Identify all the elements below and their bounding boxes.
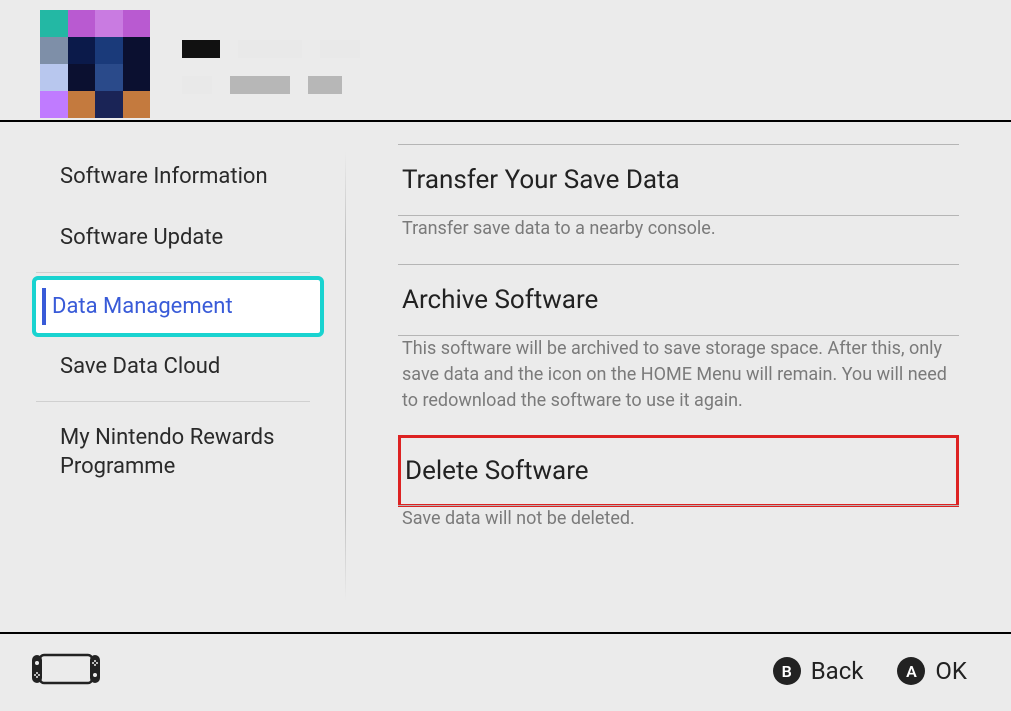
- sidebar-item-save-data-cloud[interactable]: Save Data Cloud: [0, 336, 346, 397]
- panel-archive-software[interactable]: Archive Software: [398, 265, 959, 335]
- panel-delete-software-highlight: Delete Software: [398, 435, 959, 507]
- panel-delete-desc: Save data will not be deleted.: [398, 506, 959, 554]
- sidebar-separator: [36, 401, 310, 402]
- game-title-placeholder: [182, 10, 360, 112]
- controller-icon[interactable]: [30, 653, 102, 689]
- back-button[interactable]: B Back: [773, 657, 864, 685]
- sidebar-item-software-update[interactable]: Software Update: [0, 207, 346, 268]
- panel-delete-software[interactable]: Delete Software: [405, 456, 952, 486]
- ok-button[interactable]: A OK: [897, 657, 967, 685]
- panel-transfer-desc: Transfer save data to a nearby console.: [398, 216, 959, 264]
- b-button-icon: B: [773, 657, 801, 685]
- sidebar-item-data-management[interactable]: Data Management: [36, 280, 320, 333]
- sidebar-separator: [36, 272, 310, 273]
- panel-archive-desc: This software will be archived to save s…: [398, 336, 959, 436]
- sidebar: Software Information Software Update Dat…: [0, 122, 346, 632]
- a-button-icon: A: [897, 657, 925, 685]
- content-area: Transfer Your Save Data Transfer save da…: [346, 122, 1011, 632]
- game-icon: [40, 10, 150, 118]
- footer-bar: B Back A OK: [0, 632, 1011, 708]
- panel-transfer-save-data[interactable]: Transfer Your Save Data: [398, 145, 959, 215]
- sidebar-item-my-nintendo-rewards[interactable]: My Nintendo Rewards Programme: [0, 406, 346, 499]
- header-bar: [0, 0, 1011, 122]
- back-label: Back: [811, 657, 864, 685]
- ok-label: OK: [935, 657, 967, 685]
- sidebar-item-software-information[interactable]: Software Information: [0, 146, 346, 207]
